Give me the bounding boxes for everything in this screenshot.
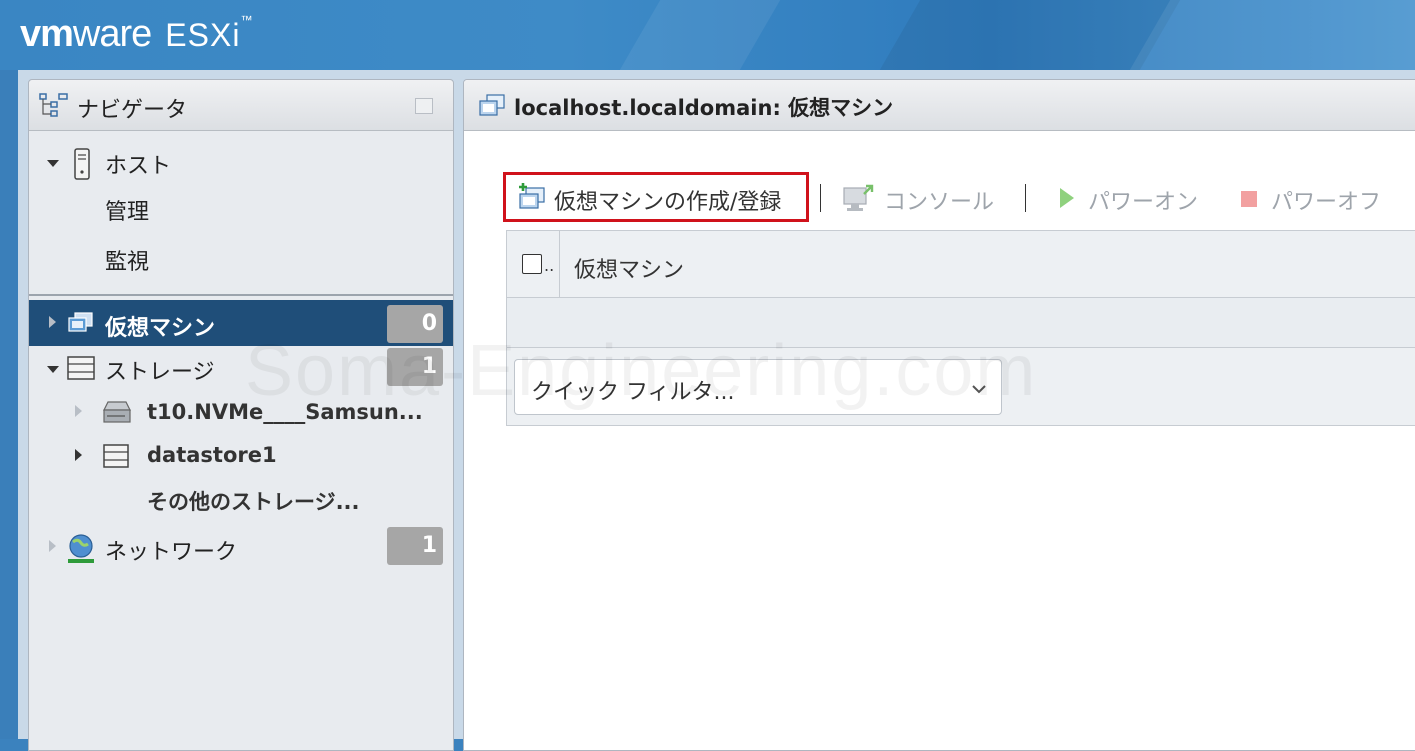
- console-icon: [842, 182, 876, 218]
- nav-item-other-storage[interactable]: その他のストレージ...: [147, 486, 360, 516]
- navigator-header: ナビゲータ: [29, 80, 453, 131]
- main-title: localhost.localdomain: 仮想マシン: [514, 96, 894, 120]
- network-count-badge: 1: [387, 527, 443, 565]
- quick-filter-placeholder: クイック フィルタ...: [531, 380, 735, 405]
- expand-datastore-chevron[interactable]: [75, 449, 82, 461]
- navigator-panel: ナビゲータ ホスト 管理 監視 仮想マシン 0 ストレージ 1 t10.NVMe…: [28, 79, 454, 751]
- vm-count-badge: 0: [387, 305, 443, 343]
- create-vm-icon: [516, 182, 548, 216]
- host-icon: [73, 148, 91, 184]
- main-panel: localhost.localdomain: 仮想マシン 仮想マシンの作成/登録…: [463, 79, 1415, 751]
- nav-item-datastore1[interactable]: datastore1: [147, 443, 277, 467]
- tree-icon: [39, 92, 69, 124]
- expand-network-chevron[interactable]: [49, 540, 56, 552]
- grid-empty-row: [506, 298, 1415, 348]
- header-decoration: [596, 0, 804, 70]
- create-register-vm-button[interactable]: 仮想マシンの作成/登録: [554, 184, 781, 216]
- storage-count-badge: 1: [387, 348, 443, 386]
- nav-divider: [29, 294, 453, 296]
- nav-item-vms[interactable]: 仮想マシン: [105, 310, 215, 342]
- logo-trademark: ™: [240, 13, 253, 27]
- console-button[interactable]: コンソール: [884, 184, 994, 216]
- select-all-checkbox[interactable]: [522, 254, 542, 274]
- checkbox-column-ellipsis: ..: [544, 256, 555, 275]
- network-globe-icon: [65, 532, 97, 568]
- quick-filter-dropdown[interactable]: クイック フィルタ...: [514, 359, 1002, 415]
- nav-item-host[interactable]: ホスト: [105, 148, 171, 180]
- expand-nvme-chevron[interactable]: [75, 405, 82, 417]
- nav-item-monitor[interactable]: 監視: [105, 244, 149, 276]
- logo-product: ESXi: [165, 17, 241, 53]
- power-off-icon: [1240, 190, 1258, 212]
- nav-item-network[interactable]: ネットワーク: [105, 534, 237, 566]
- column-divider: [559, 230, 560, 298]
- power-off-button[interactable]: パワーオフ: [1271, 184, 1381, 216]
- collapse-panel-icon[interactable]: [415, 98, 433, 114]
- column-header-vm[interactable]: 仮想マシン: [574, 252, 684, 284]
- logo-ware: ware: [72, 13, 152, 55]
- toolbar-separator: [1025, 184, 1026, 212]
- nav-item-storage[interactable]: ストレージ: [105, 354, 215, 386]
- logo-vm: vm: [20, 13, 74, 55]
- disk-icon: [101, 400, 133, 430]
- nav-item-manage[interactable]: 管理: [105, 194, 149, 226]
- chevron-down-icon: [971, 380, 987, 399]
- expand-vms-chevron[interactable]: [49, 316, 56, 328]
- navigator-title: ナビゲータ: [77, 98, 188, 123]
- top-header: vmware ESXi™: [0, 0, 1415, 70]
- storage-icon: [67, 356, 95, 384]
- vmware-esxi-logo: vmware ESXi™: [20, 13, 252, 56]
- power-on-button[interactable]: パワーオン: [1088, 184, 1198, 216]
- datastore-icon: [103, 444, 129, 472]
- nav-item-nvme-disk[interactable]: t10.NVMe____Samsun...: [147, 400, 423, 424]
- left-edge-bar: [0, 70, 18, 739]
- power-on-icon: [1058, 186, 1076, 214]
- toolbar-separator: [820, 184, 821, 212]
- vm-icon: [67, 312, 95, 338]
- main-header: localhost.localdomain: 仮想マシン: [464, 80, 1415, 131]
- vm-icon: [478, 94, 506, 122]
- expand-host-chevron[interactable]: [47, 160, 59, 167]
- expand-storage-chevron[interactable]: [47, 366, 59, 373]
